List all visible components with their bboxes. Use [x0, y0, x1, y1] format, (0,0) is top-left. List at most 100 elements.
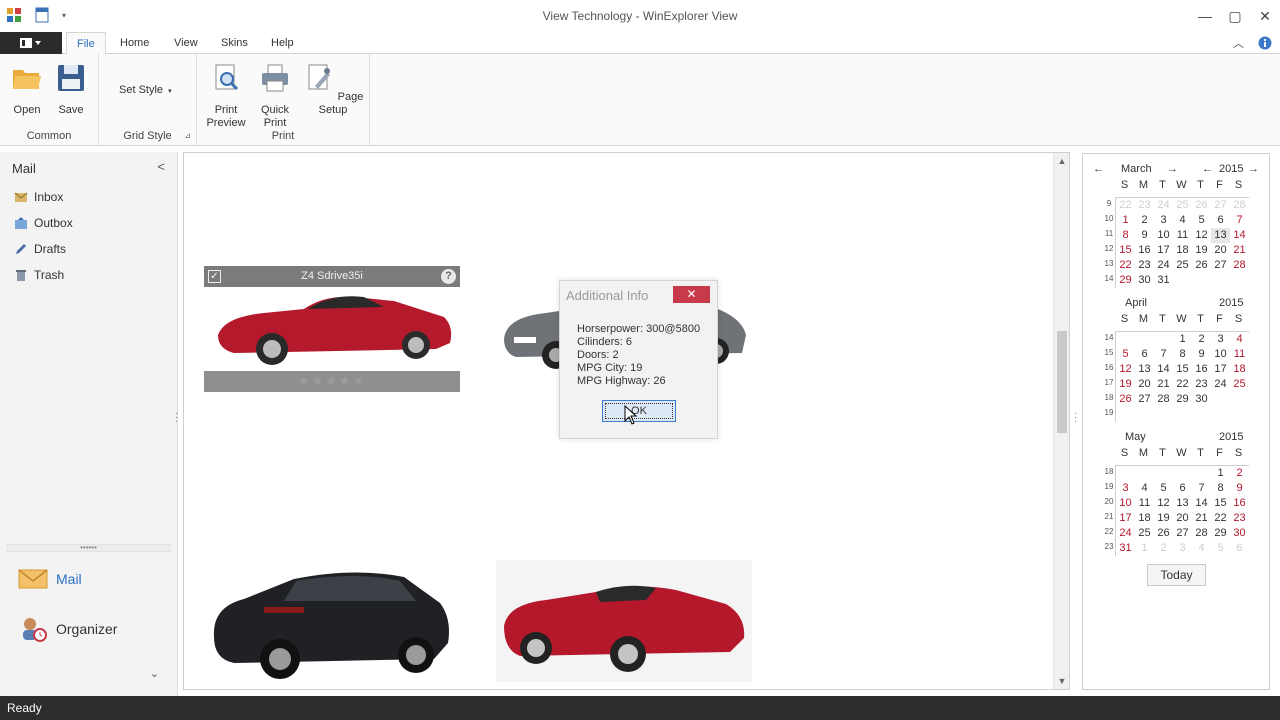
prev-month-icon[interactable]: ← [1093, 163, 1104, 175]
calendar-day[interactable]: 28 [1154, 392, 1173, 407]
calendar-day[interactable]: 31 [1116, 541, 1135, 556]
calendar-day[interactable]: 9 [1135, 228, 1154, 243]
calendar-day[interactable]: 1 [1116, 213, 1135, 228]
print-preview-button[interactable]: Print Preview [206, 62, 246, 130]
calendar-day[interactable]: 30 [1135, 273, 1154, 288]
calendar-day[interactable]: 26 [1154, 526, 1173, 541]
set-style-button[interactable]: Set Style ▾ [119, 84, 189, 98]
calendar-day[interactable]: 24 [1211, 377, 1230, 392]
red-convertible-image[interactable] [496, 560, 752, 682]
calendar-day[interactable]: 4 [1135, 481, 1154, 496]
tab-home[interactable]: Home [110, 32, 159, 55]
minimize-button[interactable]: — [1190, 0, 1220, 32]
calendar-day[interactable]: 25 [1135, 526, 1154, 541]
calendar-day[interactable]: 16 [1230, 496, 1249, 511]
calendar-day[interactable]: 2 [1192, 332, 1211, 347]
calendar-day[interactable]: 24 [1154, 258, 1173, 273]
calendar-day[interactable]: 17 [1154, 243, 1173, 258]
quick-print-button[interactable]: Quick Print [257, 62, 293, 130]
calendar-day[interactable]: 22 [1116, 258, 1135, 273]
calendar-day[interactable]: 29 [1173, 392, 1192, 407]
calendar-day[interactable]: 5 [1192, 213, 1211, 228]
calendar-day[interactable]: 10 [1211, 347, 1230, 362]
nav-item-inbox[interactable]: Inbox [14, 190, 63, 204]
calendar-day[interactable]: 3 [1211, 332, 1230, 347]
scrollbar-thumb[interactable] [1057, 331, 1067, 433]
ok-button[interactable]: OK [602, 400, 676, 422]
tab-file[interactable]: File [66, 32, 106, 55]
collapse-pane-icon[interactable]: < [157, 159, 165, 174]
calendar-day[interactable]: 26 [1192, 198, 1211, 213]
calendar-day[interactable]: 6 [1173, 481, 1192, 496]
nav-item-trash[interactable]: Trash [14, 268, 64, 282]
calendar-day[interactable]: 12 [1116, 362, 1135, 377]
calendar-day[interactable]: 22 [1211, 511, 1230, 526]
info-icon[interactable] [1258, 36, 1272, 50]
calendar-day[interactable]: 2 [1135, 213, 1154, 228]
calendar-day[interactable]: 7 [1192, 481, 1211, 496]
item-card-z4[interactable]: Z4 Sdrive35i ✓ ? ★★★★★ [204, 266, 460, 392]
dialog-launcher-icon[interactable]: ⊿ [184, 131, 191, 140]
calendar-day[interactable]: 1 [1135, 541, 1154, 556]
vertical-scrollbar[interactable]: ▲ ▼ [1053, 153, 1069, 689]
prev-year-icon[interactable]: ← [1202, 163, 1213, 175]
calendar-day[interactable]: 14 [1192, 496, 1211, 511]
nav-splitter[interactable]: •••••• [6, 544, 171, 552]
calendar-day[interactable]: 15 [1211, 496, 1230, 511]
calendar-day[interactable]: 11 [1135, 496, 1154, 511]
calendar-day[interactable]: 7 [1154, 347, 1173, 362]
calendar-day[interactable]: 23 [1135, 198, 1154, 213]
calendar-day[interactable]: 27 [1211, 258, 1230, 273]
calendar-day[interactable]: 25 [1173, 198, 1192, 213]
calendar-day[interactable]: 21 [1154, 377, 1173, 392]
calendar-day[interactable]: 17 [1211, 362, 1230, 377]
calendar-day[interactable]: 19 [1154, 511, 1173, 526]
save-button[interactable]: Save [55, 62, 87, 117]
calendar-day[interactable]: 14 [1230, 228, 1249, 243]
tab-view[interactable]: View [164, 32, 208, 55]
calendar-day[interactable]: 29 [1211, 526, 1230, 541]
calendar-day[interactable]: 23 [1230, 511, 1249, 526]
calendar-day[interactable]: 8 [1211, 481, 1230, 496]
calendar-day[interactable]: 27 [1173, 526, 1192, 541]
calendar-day[interactable]: 13 [1211, 228, 1230, 243]
calendar-day[interactable]: 4 [1230, 332, 1249, 347]
nav-item-drafts[interactable]: Drafts [14, 242, 66, 256]
close-button[interactable]: ✕ [1250, 0, 1280, 32]
calendar-day[interactable]: 7 [1230, 213, 1249, 228]
calendar-day[interactable]: 11 [1173, 228, 1192, 243]
calendar-day[interactable]: 18 [1230, 362, 1249, 377]
calendar-day[interactable]: 10 [1116, 496, 1135, 511]
nav-configure-chevron-icon[interactable]: ⌄ [150, 667, 159, 680]
help-icon[interactable]: ? [441, 269, 456, 284]
calendar-day[interactable]: 3 [1116, 481, 1135, 496]
calendar-day[interactable]: 8 [1116, 228, 1135, 243]
calendar-day[interactable]: 6 [1135, 347, 1154, 362]
calendar-day[interactable]: 14 [1154, 362, 1173, 377]
calendar-day[interactable]: 23 [1135, 258, 1154, 273]
maximize-button[interactable]: ▢ [1220, 0, 1250, 32]
calendar-day[interactable]: 16 [1135, 243, 1154, 258]
calendar-day[interactable]: 28 [1230, 258, 1249, 273]
calendar-day[interactable]: 5 [1211, 541, 1230, 556]
calendar-day[interactable]: 18 [1173, 243, 1192, 258]
calendar-day[interactable]: 28 [1192, 526, 1211, 541]
calendar-day[interactable]: 9 [1192, 347, 1211, 362]
nav-group-organizer[interactable]: Organizer [18, 616, 117, 642]
scroll-up-icon[interactable]: ▲ [1054, 156, 1069, 166]
calendar-day[interactable]: 27 [1211, 198, 1230, 213]
app-menu-button[interactable] [0, 32, 62, 54]
calendar-day[interactable]: 1 [1173, 332, 1192, 347]
calendar-day[interactable]: 18 [1135, 511, 1154, 526]
scroll-down-icon[interactable]: ▼ [1054, 676, 1069, 686]
calendar-day[interactable]: 23 [1192, 377, 1211, 392]
calendar-day[interactable]: 17 [1116, 511, 1135, 526]
calendar-day[interactable]: 15 [1116, 243, 1135, 258]
calendar-day[interactable]: 27 [1135, 392, 1154, 407]
calendar-day[interactable]: 12 [1192, 228, 1211, 243]
calendar-day[interactable]: 29 [1116, 273, 1135, 288]
next-month-icon[interactable]: → [1167, 163, 1178, 175]
calendar-day[interactable]: 30 [1230, 526, 1249, 541]
calendar-day[interactable]: 5 [1116, 347, 1135, 362]
black-suv-image[interactable] [204, 563, 460, 689]
